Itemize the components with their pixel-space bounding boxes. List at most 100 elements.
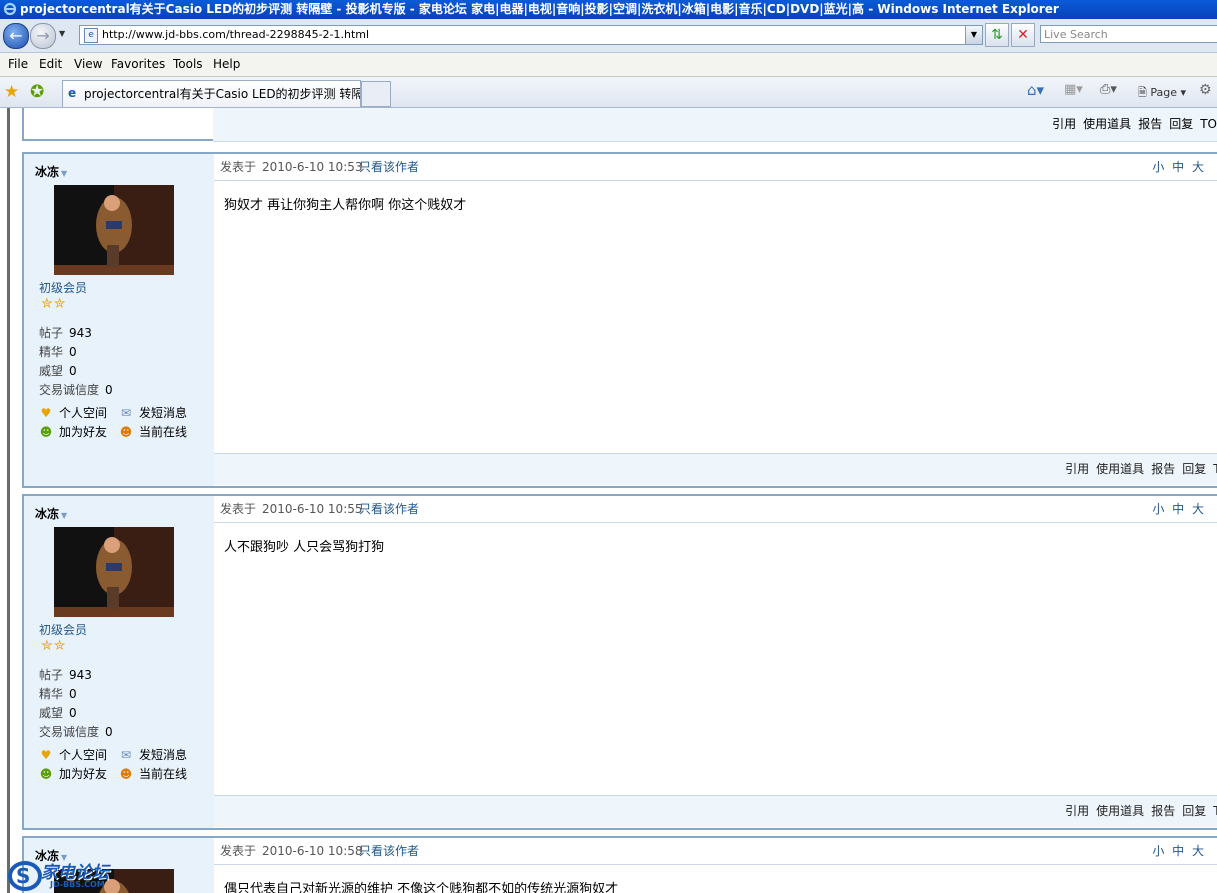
svg-text:S: S — [16, 864, 30, 888]
post-message: 人不跟狗吵 人只会骂狗打狗 — [224, 540, 385, 555]
user-pane: 冰冻 ▼ 初级会员 ✮✮ 帖子 943 精华 0 威望 0 交易诚信度 0 ♥ 个人空间 ✉… — [24, 154, 214, 486]
post-date: 2010-6-10 10:53 — [262, 160, 363, 174]
quote-link[interactable]: 引用 — [1065, 804, 1089, 818]
personal-space-link[interactable]: ♥ 个人空间 — [39, 404, 107, 421]
report-link[interactable]: 报告 — [1138, 117, 1162, 131]
add-favorite-icon[interactable]: ✪ — [30, 82, 44, 102]
post-main: 发表于 2010-6-10 10:55 只看该作者 小 中 大 2 人不跟狗吵 … — [214, 496, 1217, 828]
username[interactable]: 冰冻 ▼ — [35, 163, 67, 180]
add-friend-icon: ☻ — [39, 425, 53, 439]
only-author-link[interactable]: 只看该作者 — [359, 838, 419, 864]
print-icon[interactable]: ⎙▾ — [1100, 82, 1117, 97]
only-author-link[interactable]: 只看该作者 — [359, 154, 419, 180]
reply-link[interactable]: 回复 — [1169, 117, 1193, 131]
top-link[interactable]: TO — [1213, 462, 1217, 476]
address-dropdown-button[interactable]: ▼ — [965, 26, 982, 44]
font-size-links[interactable]: 小 中 大 — [1152, 154, 1206, 180]
window-titlebar: projectorcentral有关于Casio LED的初步评测 转隔壁 - … — [0, 0, 1217, 19]
post-message: 狗奴才 再让你狗主人帮你啊 你这个贱奴才 — [224, 198, 467, 213]
search-input[interactable]: Live Search — [1040, 25, 1217, 43]
prev-post-footer: 引用 使用道具 报告 回复 TO — [213, 108, 1217, 142]
quote-link[interactable]: 引用 — [1065, 462, 1089, 476]
send-pm-link[interactable]: ✉ 发短消息 — [119, 746, 187, 763]
tools-gear-icon[interactable]: ⚙ — [1199, 82, 1212, 98]
reply-link[interactable]: 回复 — [1182, 462, 1206, 476]
online-status-link[interactable]: ☻ 当前在线 — [119, 423, 187, 440]
report-link[interactable]: 报告 — [1151, 462, 1175, 476]
address-toolbar: ← → ▼ e http://www.jd-bbs.com/thread-229… — [0, 19, 1217, 53]
username[interactable]: 冰冻 ▼ — [35, 505, 67, 522]
avatar[interactable] — [54, 185, 174, 275]
menu-bar: File Edit View Favorites Tools Help — [0, 53, 1217, 77]
post: 冰冻▼ 发表于 2010-6-10 10:58 只看该作者 小 中 大 3 偶只… — [22, 836, 1217, 893]
use-item-link[interactable]: 使用道具 — [1096, 804, 1144, 818]
new-tab-button[interactable] — [361, 81, 391, 107]
avatar-image — [54, 185, 174, 275]
favorites-center-icon[interactable]: ★ — [4, 82, 19, 102]
chevron-down-icon: ▼ — [61, 511, 68, 520]
post-footer: 引用使用道具报告回复 TO — [214, 795, 1217, 827]
tab-title: projectorcentral有关于Casio LED的初步评测 转隔壁... — [84, 87, 361, 101]
font-size-links[interactable]: 小 中 大 — [1152, 838, 1206, 864]
quote-link[interactable]: 引用 — [1052, 117, 1076, 131]
top-link[interactable]: TO — [1200, 117, 1217, 131]
envelope-icon: ✉ — [120, 748, 132, 762]
font-size-links[interactable]: 小 中 大 — [1152, 496, 1206, 522]
home-icon[interactable]: ⌂▾ — [1027, 81, 1044, 99]
user-online-icon: ☻ — [119, 767, 133, 781]
window-title: projectorcentral有关于Casio LED的初步评测 转隔壁 - … — [20, 2, 1059, 16]
menu-favorites[interactable]: Favorites — [111, 57, 165, 71]
stat-trust: 交易诚信度 0 — [39, 725, 113, 739]
page-menu-button[interactable]: 🗎 Page ▾ — [1138, 84, 1186, 103]
post: 冰冻 ▼ 初级会员 ✮✮ 帖子 943 精华 0 威望 0 交易诚信度 0 ♥ 个人空间 ✉… — [22, 494, 1217, 830]
menu-view[interactable]: View — [74, 57, 102, 71]
use-item-link[interactable]: 使用道具 — [1083, 117, 1131, 131]
address-text: http://www.jd-bbs.com/thread-2298845-2-1… — [102, 28, 370, 41]
tab-current[interactable]: e projectorcentral有关于Casio LED的初步评测 转隔壁.… — [62, 80, 361, 107]
avatar[interactable] — [54, 527, 174, 617]
online-status-link[interactable]: ☻ 当前在线 — [119, 765, 187, 782]
page-left-border — [7, 108, 10, 893]
back-button[interactable]: ← — [3, 23, 29, 49]
stop-button[interactable]: ✕ — [1011, 23, 1035, 47]
menu-tools[interactable]: Tools — [173, 57, 203, 71]
post-header: 发表于 2010-6-10 10:53 只看该作者 小 中 大 2 — [214, 154, 1217, 181]
site-logo: S 家电论坛 JD-BBS.COM — [8, 856, 133, 893]
user-rank: 初级会员 — [39, 281, 88, 295]
post-actions: 引用使用道具报告回复 TO — [1065, 454, 1217, 485]
stat-prestige: 威望 0 — [39, 706, 77, 720]
address-field[interactable]: e http://www.jd-bbs.com/thread-2298845-2… — [79, 25, 983, 45]
recent-pages-dropdown[interactable]: ▼ — [59, 29, 69, 39]
rank-stars-icon: ✮✮ — [41, 638, 67, 654]
send-pm-link[interactable]: ✉ 发短消息 — [119, 404, 187, 421]
page-menu-label: Page — [1150, 86, 1177, 99]
post-date: 2010-6-10 10:55 — [262, 502, 363, 516]
user-online-icon: ☻ — [119, 425, 133, 439]
refresh-button[interactable]: ⇅ — [985, 23, 1009, 47]
feeds-icon[interactable]: ▦▾ — [1064, 82, 1083, 97]
stat-trust: 交易诚信度 0 — [39, 383, 113, 397]
menu-file[interactable]: File — [8, 57, 28, 71]
add-friend-link[interactable]: ☻ 加为好友 — [39, 423, 107, 440]
post-message: 偶只代表自己对新光源的维护 不像这个贱狗都不如的传统光源狗奴才 — [224, 882, 619, 893]
posted-label: 发表于 — [220, 502, 257, 516]
only-author-link[interactable]: 只看该作者 — [359, 496, 419, 522]
personal-space-link[interactable]: ♥ 个人空间 — [39, 746, 107, 763]
forward-button[interactable]: → — [30, 23, 56, 49]
post-header: 发表于 2010-6-10 10:55 只看该作者 小 中 大 2 — [214, 496, 1217, 523]
menu-edit[interactable]: Edit — [39, 57, 62, 71]
reply-link[interactable]: 回复 — [1182, 804, 1206, 818]
post: 冰冻 ▼ 初级会员 ✮✮ 帖子 943 精华 0 威望 0 交易诚信度 0 ♥ 个人空间 ✉… — [22, 152, 1217, 488]
post-date: 2010-6-10 10:58 — [262, 844, 363, 858]
stat-posts: 帖子 943 — [39, 326, 92, 340]
tab-bar: ★ ✪ e projectorcentral有关于Casio LED的初步评测 … — [0, 77, 1217, 108]
use-item-link[interactable]: 使用道具 — [1096, 462, 1144, 476]
posted-label: 发表于 — [220, 844, 257, 858]
top-link[interactable]: TO — [1213, 804, 1217, 818]
posted-label: 发表于 — [220, 160, 257, 174]
avatar-image — [54, 527, 174, 617]
report-link[interactable]: 报告 — [1151, 804, 1175, 818]
logo-subtext: JD-BBS.COM — [50, 880, 105, 889]
add-friend-link[interactable]: ☻ 加为好友 — [39, 765, 107, 782]
menu-help[interactable]: Help — [213, 57, 240, 71]
